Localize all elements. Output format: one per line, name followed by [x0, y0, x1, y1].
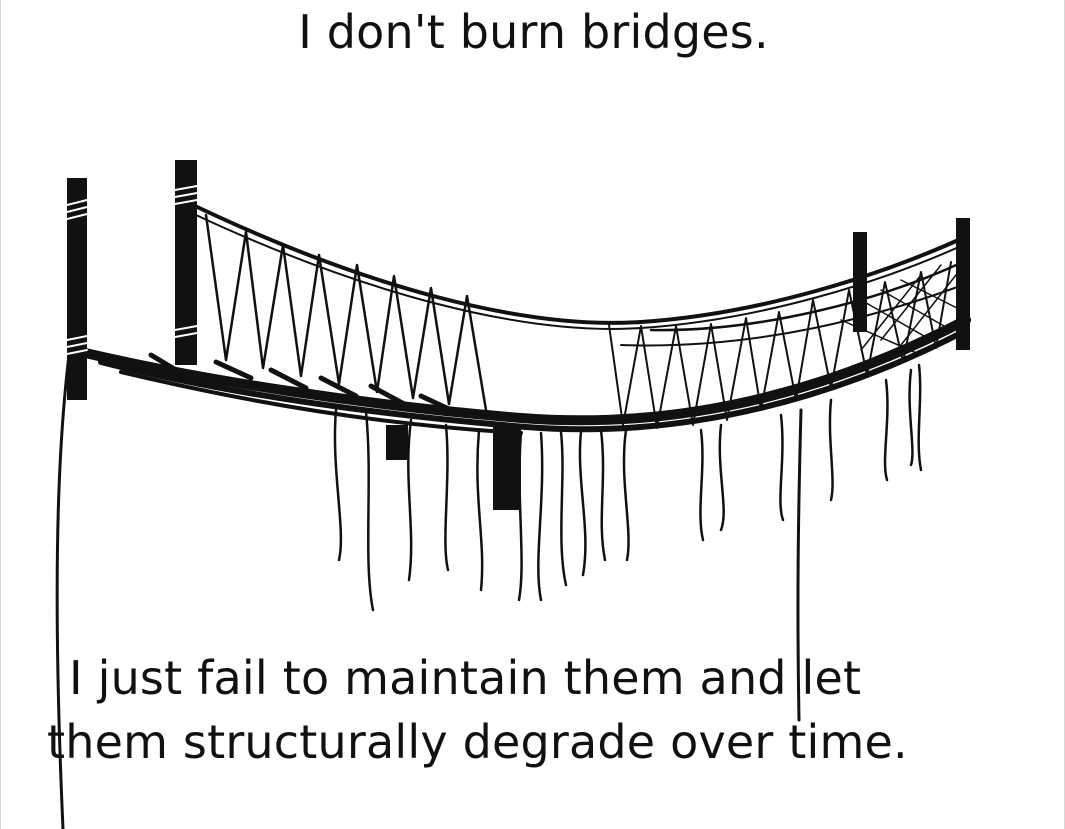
- right-outer-post: [956, 218, 970, 350]
- right-inner-post: [853, 232, 867, 332]
- bottom-caption: I just fail to maintain them and let the…: [31, 646, 1061, 774]
- bottom-caption-line1: I just fail to maintain them and let: [69, 651, 862, 705]
- bridge-deck-near: [76, 315, 971, 426]
- bottom-caption-line2: them structurally degrade over time.: [47, 715, 908, 769]
- meme-image: I don't burn bridges. I just fail to mai…: [0, 0, 1065, 829]
- top-handrail: [191, 203, 965, 325]
